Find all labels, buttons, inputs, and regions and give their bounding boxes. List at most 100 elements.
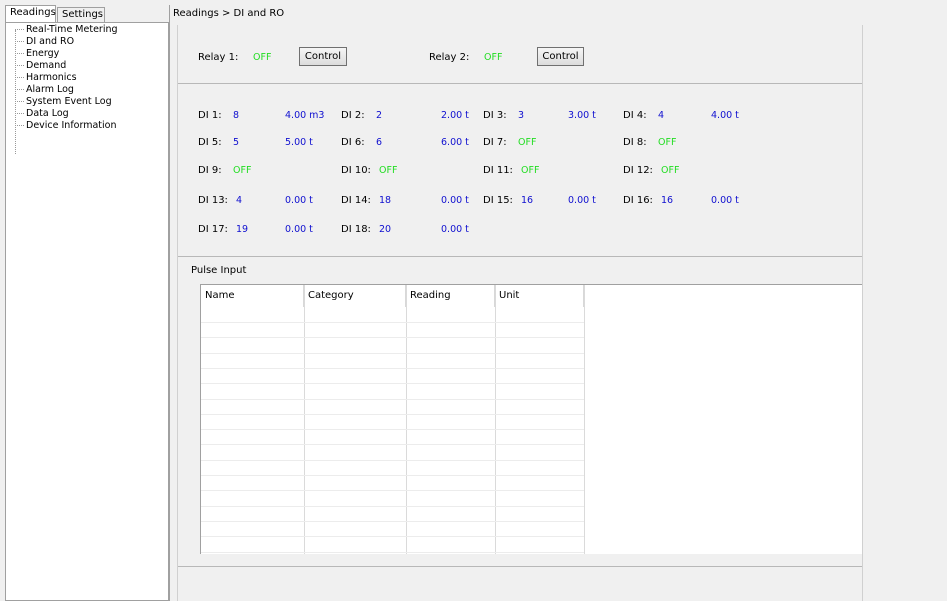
di-label: DI 3: (483, 110, 507, 121)
di-unit-value: 0.00 t (441, 195, 469, 206)
column-header-unit[interactable]: Unit (495, 285, 584, 307)
di-value: 4 (236, 195, 243, 206)
table-row-line (201, 337, 584, 339)
tree-item-energy[interactable]: Energy (15, 48, 59, 60)
column-divider (304, 285, 305, 554)
column-divider (495, 285, 496, 554)
di-value: 19 (236, 224, 249, 235)
right-blank-area (862, 25, 947, 601)
column-header-category[interactable]: Category (304, 285, 406, 307)
table-row-line (201, 459, 584, 461)
tree-item-system-event-log[interactable]: System Event Log (15, 96, 112, 108)
tab-settings[interactable]: Settings (57, 7, 105, 22)
pane-divider[interactable] (169, 5, 170, 601)
di-label: DI 9: (198, 165, 222, 176)
di-label: DI 8: (623, 137, 647, 148)
table-row-line (201, 413, 584, 415)
relay-1-state: OFF (253, 52, 272, 63)
separator (178, 83, 863, 84)
table-row-line (201, 383, 584, 385)
left-tabs: Readings Settings (5, 5, 169, 22)
table-row-line (201, 520, 584, 522)
table-row-line (201, 352, 584, 354)
tab-readings[interactable]: Readings (5, 5, 56, 22)
di-unit-value: 2.00 t (441, 110, 469, 121)
tree-item-real-time-metering[interactable]: Real-Time Metering (15, 24, 118, 36)
separator (178, 256, 863, 257)
table-row-line (201, 536, 584, 538)
di-value: 5 (233, 137, 240, 148)
table-row-line (201, 475, 584, 476)
di-label: DI 2: (341, 110, 365, 121)
di-value: 8 (233, 110, 240, 121)
tree-item-device-information[interactable]: Device Information (15, 120, 117, 132)
di-unit-value: 0.00 t (441, 224, 469, 235)
relay-2-state: OFF (484, 52, 503, 63)
main-content: Relay 1: OFF Control Relay 2: OFF Contro… (177, 25, 863, 601)
tree-item-di-and-ro[interactable]: DI and RO (15, 36, 74, 48)
column-header-reading[interactable]: Reading (406, 285, 495, 307)
di-unit-value: 5.00 t (285, 137, 313, 148)
table-row-line (201, 398, 584, 400)
di-value: 18 (379, 195, 392, 206)
column-divider (406, 285, 407, 554)
di-value: 6 (376, 137, 383, 148)
di-value: 16 (661, 195, 674, 206)
di-unit-value: 6.00 t (441, 137, 469, 148)
di-value: OFF (233, 165, 252, 176)
di-unit-value: 0.00 t (285, 195, 313, 206)
column-divider (584, 285, 585, 554)
table-row-line (201, 505, 584, 507)
relay-1-label: Relay 1: (198, 52, 239, 63)
di-value: OFF (661, 165, 680, 176)
tree-item-harmonics[interactable]: Harmonics (15, 72, 77, 84)
di-label: DI 7: (483, 137, 507, 148)
di-value: 3 (518, 110, 525, 121)
di-label: DI 15: (483, 195, 513, 206)
di-value: 20 (379, 224, 392, 235)
di-label: DI 12: (623, 165, 653, 176)
di-label: DI 4: (623, 110, 647, 121)
breadcrumb: Readings > DI and RO (173, 8, 285, 19)
di-label: DI 14: (341, 195, 371, 206)
di-label: DI 5: (198, 137, 222, 148)
di-unit-value: 0.00 t (711, 195, 739, 206)
di-label: DI 11: (483, 165, 513, 176)
pulse-input-table[interactable]: Name Category Reading Unit (200, 284, 863, 554)
di-unit-value: 4.00 m3 (285, 110, 325, 121)
di-value: 4 (658, 110, 665, 121)
table-row-line (201, 490, 584, 492)
di-label: DI 13: (198, 195, 228, 206)
table-row-line (201, 367, 584, 369)
table-row-line (201, 322, 584, 323)
di-label: DI 17: (198, 224, 228, 235)
di-value: 2 (376, 110, 383, 121)
tree-item-demand[interactable]: Demand (15, 60, 66, 72)
column-header-name[interactable]: Name (201, 285, 304, 307)
di-label: DI 16: (623, 195, 653, 206)
separator (178, 566, 863, 567)
di-unit-value: 4.00 t (711, 110, 739, 121)
di-value: 16 (521, 195, 534, 206)
table-row-line (201, 444, 584, 446)
relay-2-control-button[interactable]: Control (537, 47, 584, 66)
di-label: DI 1: (198, 110, 222, 121)
di-label: DI 10: (341, 165, 371, 176)
pulse-input-title: Pulse Input (191, 265, 247, 276)
table-row-line (201, 429, 584, 431)
di-unit-value: 0.00 t (285, 224, 313, 235)
di-unit-value: 3.00 t (568, 110, 596, 121)
di-unit-value: 0.00 t (568, 195, 596, 206)
di-value: OFF (518, 137, 537, 148)
tree-item-alarm-log[interactable]: Alarm Log (15, 84, 74, 96)
di-label: DI 18: (341, 224, 371, 235)
tree-item-data-log[interactable]: Data Log (15, 108, 69, 120)
di-value: OFF (521, 165, 540, 176)
navigation-tree: Real-Time Metering DI and RO Energy Dema… (5, 22, 169, 601)
left-panel: Readings Settings Real-Time Metering DI … (5, 5, 169, 601)
di-value: OFF (658, 137, 677, 148)
table-row-line (201, 551, 584, 553)
relay-2-label: Relay 2: (429, 52, 470, 63)
relay-1-control-button[interactable]: Control (299, 47, 347, 66)
di-value: OFF (379, 165, 398, 176)
